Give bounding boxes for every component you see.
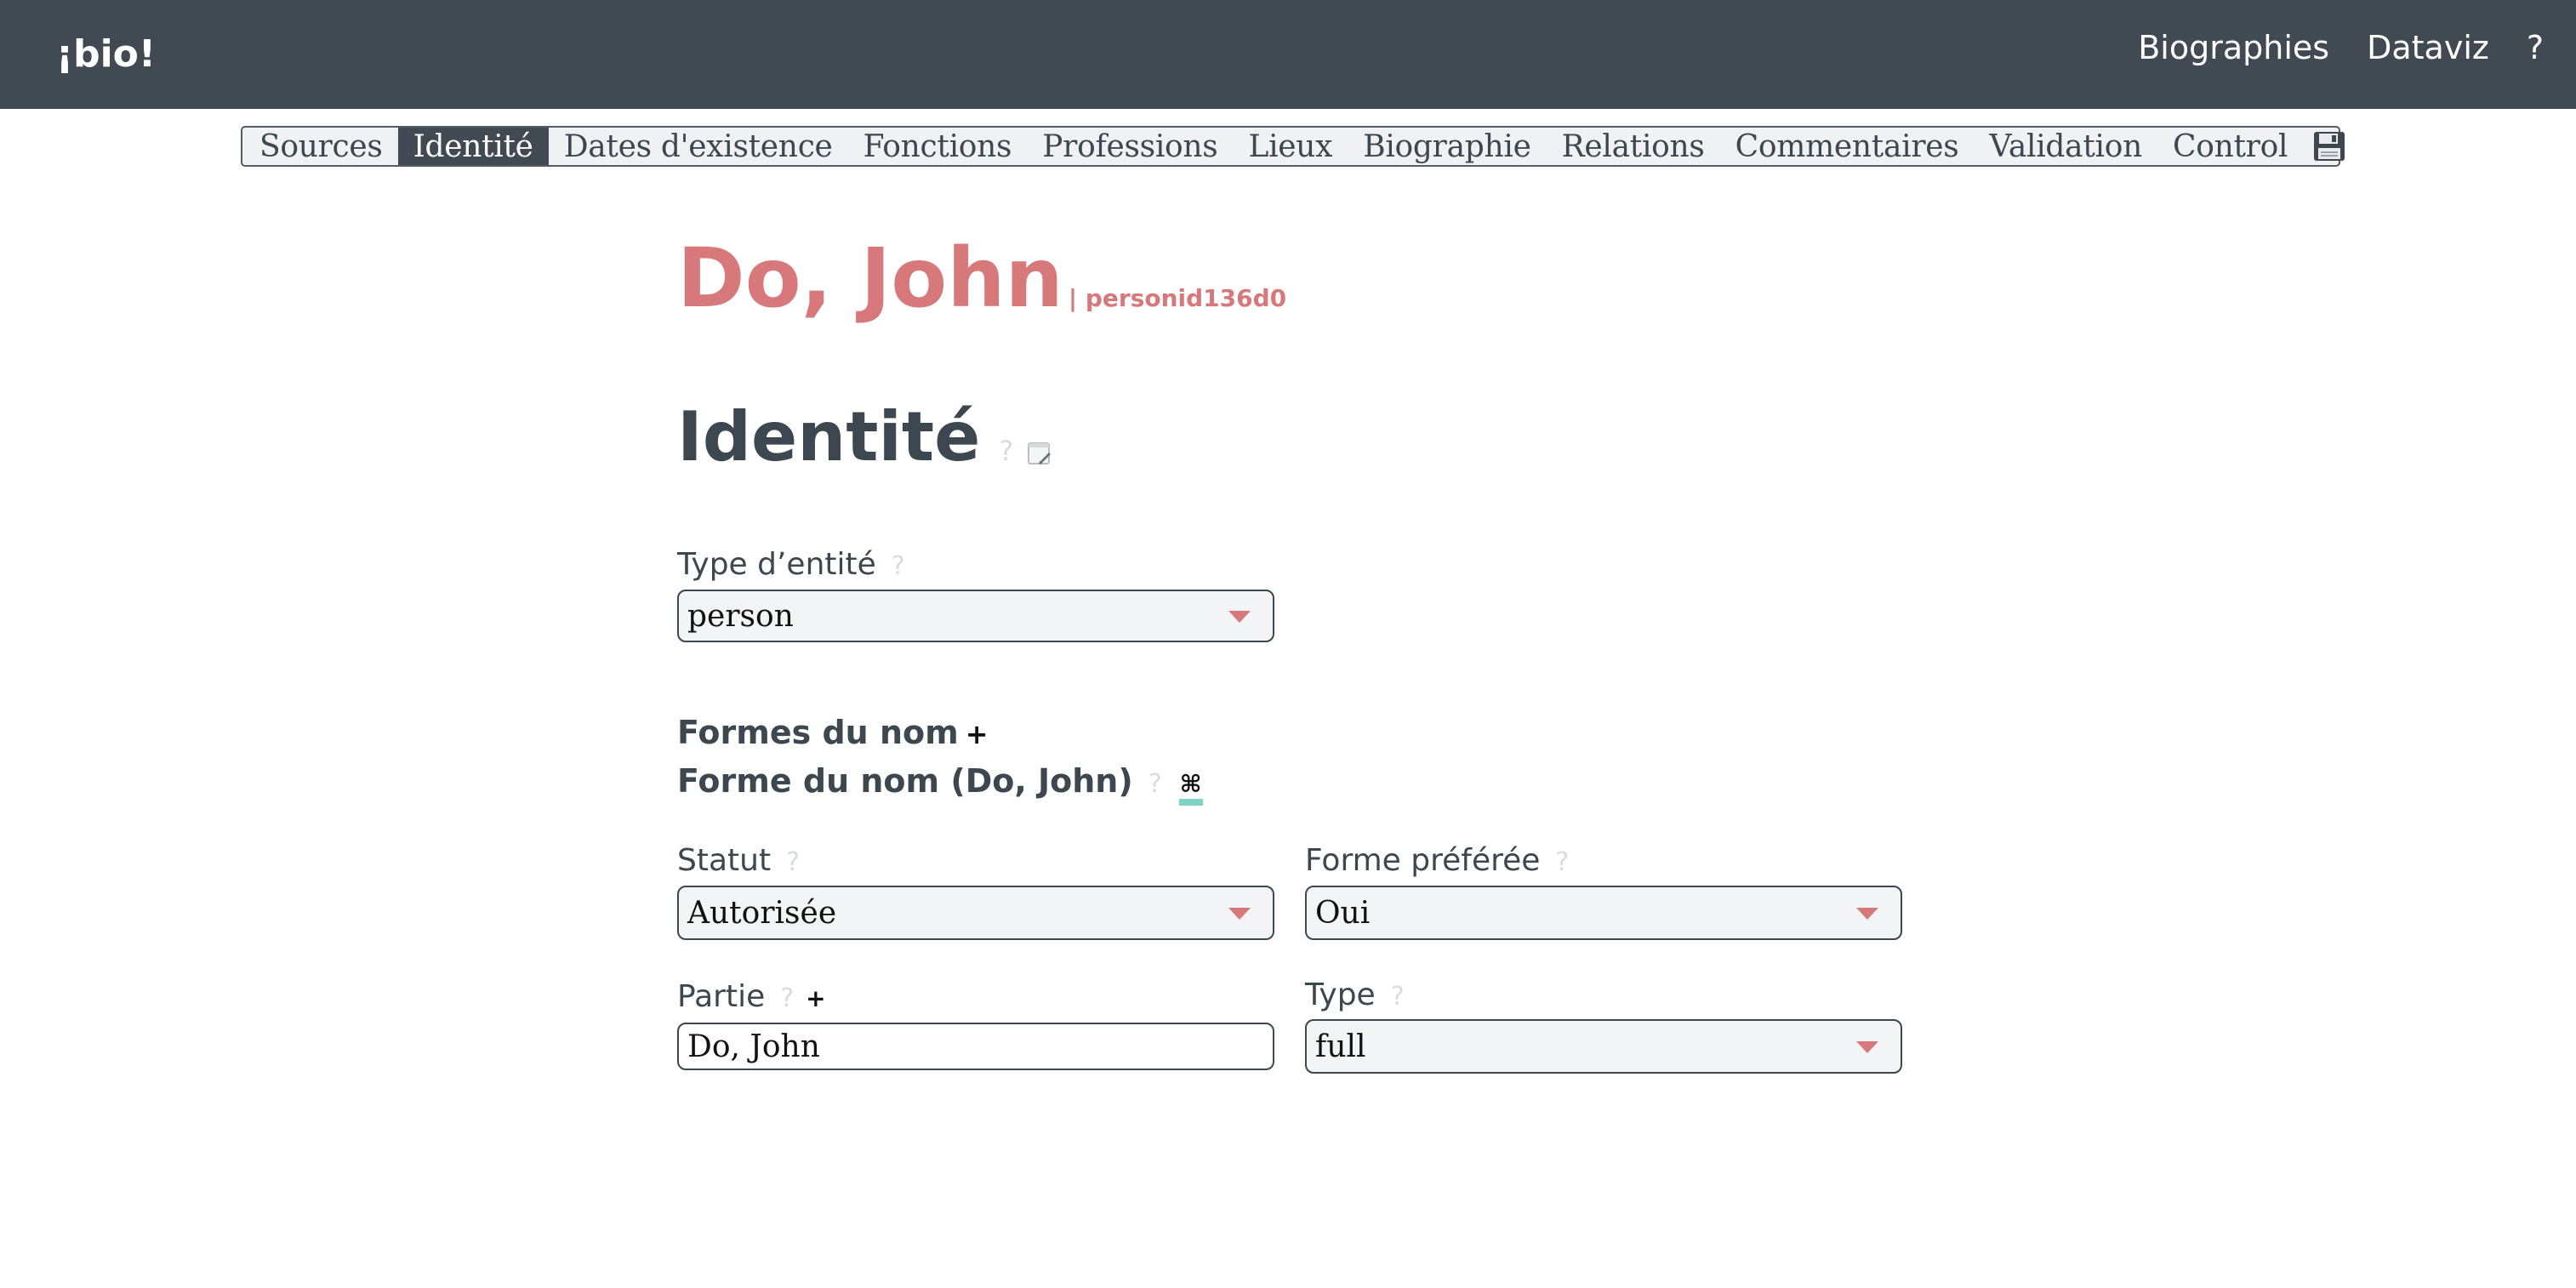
section-help-icon[interactable]: ?	[999, 435, 1013, 467]
status-label: Statut ?	[677, 842, 800, 881]
tab-fonctions[interactable]: Fonctions	[848, 128, 1028, 165]
person-id: | personid136d0	[1068, 284, 1287, 312]
type-select[interactable]: full	[1305, 1019, 1902, 1074]
add-part-button[interactable]: +	[806, 980, 825, 1017]
status-label-text: Statut	[677, 843, 772, 878]
nav-biographies[interactable]: Biographies	[2138, 26, 2329, 70]
save-icon[interactable]	[2303, 128, 2356, 165]
entity-type-value: person	[687, 598, 794, 634]
chevron-down-icon	[1228, 908, 1251, 920]
tab-commentaires[interactable]: Commentaires	[1720, 128, 1975, 165]
section-tabs: Sources Identité Dates d'existence Fonct…	[241, 126, 2345, 167]
entity-type-help-icon[interactable]: ?	[892, 548, 905, 585]
notepad-icon[interactable]	[1027, 441, 1052, 470]
type-help-icon[interactable]: ?	[1391, 978, 1405, 1016]
name-forms-label: Formes du nom	[677, 714, 959, 751]
name-form-help-icon[interactable]: ?	[1148, 764, 1162, 805]
nav-dataviz[interactable]: Dataviz	[2367, 26, 2489, 70]
name-forms-heading: Formes du nom +	[677, 712, 989, 755]
tab-sources[interactable]: Sources	[244, 128, 398, 165]
person-name: Do, John	[677, 231, 1063, 326]
tab-validation[interactable]: Validation	[1974, 128, 2157, 165]
top-nav: Biographies Dataviz ?	[2138, 26, 2544, 70]
status-value: Autorisée	[687, 895, 837, 931]
section-title: Identité	[677, 397, 981, 476]
part-help-icon[interactable]: ?	[780, 980, 794, 1017]
tab-relations[interactable]: Relations	[1547, 128, 1720, 165]
tab-professions[interactable]: Professions	[1027, 128, 1233, 165]
tab-biographie[interactable]: Biographie	[1348, 128, 1546, 165]
chevron-down-icon	[1228, 611, 1251, 623]
floppy-disk-icon	[2314, 132, 2345, 161]
top-navbar: ¡bio! Biographies Dataviz ?	[0, 0, 2576, 109]
tab-control[interactable]: Control	[2157, 128, 2303, 165]
person-heading: Do, John | personid136d0	[677, 228, 1286, 328]
command-glyph: ⌘	[1179, 770, 1202, 798]
status-help-icon[interactable]: ?	[786, 844, 800, 881]
type-value: full	[1315, 1029, 1366, 1064]
type-label-text: Type	[1305, 977, 1376, 1012]
entity-type-label-text: Type d’entité	[677, 547, 876, 582]
status-select[interactable]: Autorisée	[677, 886, 1274, 940]
part-input[interactable]: Do, John	[677, 1023, 1274, 1070]
part-value: Do, John	[687, 1029, 820, 1064]
command-icon[interactable]: ⌘	[1178, 770, 1203, 806]
preferred-form-select[interactable]: Oui	[1305, 886, 1902, 940]
preferred-form-label-text: Forme préférée	[1305, 843, 1541, 878]
part-label-text: Partie	[677, 979, 766, 1014]
name-form-label: Forme du nom (Do, John)	[677, 762, 1133, 800]
type-label: Type ?	[1305, 977, 1405, 1016]
entity-type-label: Type d’entité ?	[677, 546, 905, 585]
part-label: Partie ? +	[677, 978, 826, 1017]
brand-logo[interactable]: ¡bio!	[56, 31, 156, 78]
command-indicator	[1178, 799, 1203, 806]
chevron-down-icon	[1856, 908, 1878, 920]
tab-identite[interactable]: Identité	[397, 128, 549, 165]
note-edit-icon	[1028, 442, 1051, 464]
preferred-form-value: Oui	[1315, 895, 1371, 931]
chevron-down-icon	[1856, 1041, 1878, 1053]
preferred-form-label: Forme préférée ?	[1305, 842, 1569, 881]
tab-lieux[interactable]: Lieux	[1233, 128, 1348, 165]
preferred-form-help-icon[interactable]: ?	[1555, 844, 1569, 881]
add-name-form-button[interactable]: +	[966, 714, 989, 755]
entity-type-select[interactable]: person	[677, 590, 1274, 642]
section-header: Identité ?	[677, 393, 1052, 482]
nav-help[interactable]: ?	[2527, 26, 2544, 70]
tab-dates-existence[interactable]: Dates d'existence	[549, 128, 848, 165]
name-form-heading: Forme du nom (Do, John) ? ⌘	[677, 761, 1203, 806]
